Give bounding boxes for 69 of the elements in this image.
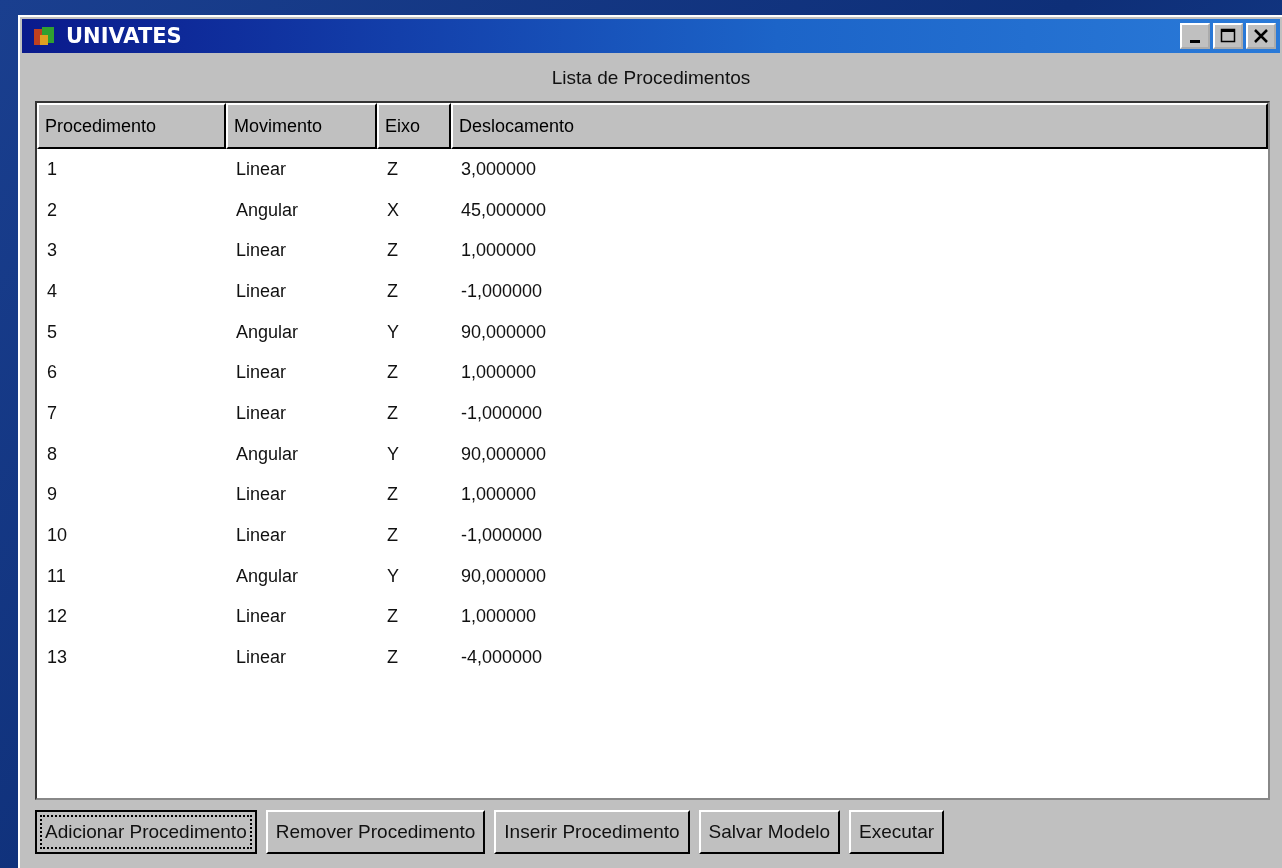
table-cell-text: 4	[46, 280, 58, 302]
table-cell-text: Angular	[235, 199, 300, 221]
table-cell-text: 8	[46, 443, 58, 465]
table-cell-text: Y	[386, 565, 400, 587]
table-cell-text: Z	[386, 362, 399, 384]
action-button[interactable]: Salvar Modelo	[698, 810, 841, 854]
column-header[interactable]: Deslocamento	[451, 103, 1268, 149]
table-cell-text: Z	[386, 240, 399, 262]
close-icon	[1253, 28, 1269, 44]
table-cell-text: Z	[386, 647, 399, 669]
table-cell-text: -1,000000	[460, 402, 544, 424]
table-cell-text: Linear	[235, 484, 288, 506]
table-cell-text: Z	[386, 525, 399, 547]
table-cell-text: 9	[46, 484, 58, 506]
maximize-button[interactable]	[1213, 23, 1243, 49]
table-cell-text: Linear	[235, 158, 288, 180]
table-cell-text: Linear	[235, 402, 288, 424]
table-cell-text: 90,000000	[460, 321, 548, 343]
table-cell-text: 1	[46, 158, 58, 180]
table-cell-text: 3	[46, 240, 58, 262]
table-cell-text: 1,000000	[460, 240, 538, 262]
table-cell-text: 10	[46, 525, 69, 547]
column-header[interactable]: Eixo	[377, 103, 451, 149]
action-button[interactable]: Adicionar Procedimento	[35, 810, 257, 854]
close-button[interactable]	[1246, 23, 1276, 49]
table-cell-text: 2	[46, 199, 58, 221]
table-cell-text: Y	[386, 321, 400, 343]
table-cell-text: Z	[386, 280, 399, 302]
table-cell-text: Linear	[235, 280, 288, 302]
column-header[interactable]: Procedimento	[37, 103, 226, 149]
table-cell-text: 90,000000	[460, 443, 548, 465]
table-cell-text: Z	[386, 484, 399, 506]
table-cell-text: Z	[386, 402, 399, 424]
table-cell-text: 1,000000	[460, 362, 538, 384]
table-cell-text: Linear	[235, 606, 288, 628]
table-cell-text: 13	[46, 647, 69, 669]
table-cell-text: 7	[46, 402, 58, 424]
table-cell-text: Linear	[235, 647, 288, 669]
table-cell-text: Linear	[235, 362, 288, 384]
table-cell-text: -4,000000	[460, 647, 544, 669]
window-title: UNIVATES	[66, 24, 183, 48]
column-header[interactable]: Movimento	[226, 103, 377, 149]
action-button[interactable]: Inserir Procedimento	[494, 810, 690, 854]
table-cell-text: Angular	[235, 565, 300, 587]
table-cell-text: 45,000000	[460, 199, 548, 221]
table-cell-text: 1,000000	[460, 484, 538, 506]
table-cell-text: Angular	[235, 321, 300, 343]
table-cell-text: X	[386, 199, 400, 221]
minimize-icon	[1190, 39, 1200, 43]
table-cell-text: Z	[386, 158, 399, 180]
table-cell-text: 6	[46, 362, 58, 384]
table-cell-text: Z	[386, 606, 399, 628]
table-cell-text: 1,000000	[460, 606, 538, 628]
minimize-button[interactable]	[1180, 23, 1210, 49]
table-cell-text: Linear	[235, 525, 288, 547]
action-button[interactable]: Executar	[849, 810, 945, 854]
maximize-icon	[1220, 28, 1236, 44]
table-cell-text: Angular	[235, 443, 300, 465]
table-cell-text: 3,000000	[460, 158, 538, 180]
table-cell-text: 90,000000	[460, 565, 548, 587]
table-cell-text: 5	[46, 321, 58, 343]
table-cell-text: Linear	[235, 240, 288, 262]
table-cell-text: Y	[386, 443, 400, 465]
list-heading: Lista de Procedimentos	[551, 67, 751, 88]
table-cell-text: -1,000000	[460, 280, 544, 302]
action-button[interactable]: Remover Procedimento	[265, 810, 486, 854]
table-cell-text: 12	[46, 606, 69, 628]
table-cell-text: 11	[46, 565, 67, 587]
table-cell-text: -1,000000	[460, 525, 544, 547]
